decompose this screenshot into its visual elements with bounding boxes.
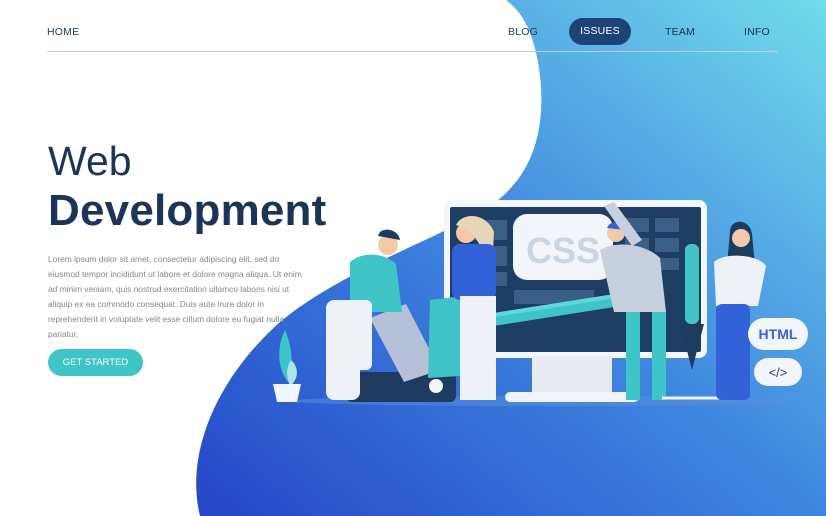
hero-description: Lorem ipsum dolor sit amet, consectetur … [48, 254, 302, 339]
nav-info[interactable]: INFO [744, 20, 770, 44]
code-badge-label: </> [769, 365, 788, 380]
html-badge-label: HTML [759, 326, 798, 342]
hero-title-line1: Web [48, 138, 132, 184]
nav-issues-active[interactable]: ISSUES [569, 18, 631, 45]
top-navigation: HOME BLOG ISSUES TEAM INFO [0, 0, 826, 62]
hero-title-line2: Development [48, 186, 327, 235]
nav-divider [47, 51, 778, 52]
nav-blog[interactable]: BLOG [508, 20, 538, 44]
nav-team[interactable]: TEAM [665, 20, 695, 44]
nav-home[interactable]: HOME [47, 20, 79, 44]
css-label: CSS [526, 230, 600, 271]
get-started-button[interactable]: GET STARTED [48, 349, 143, 376]
